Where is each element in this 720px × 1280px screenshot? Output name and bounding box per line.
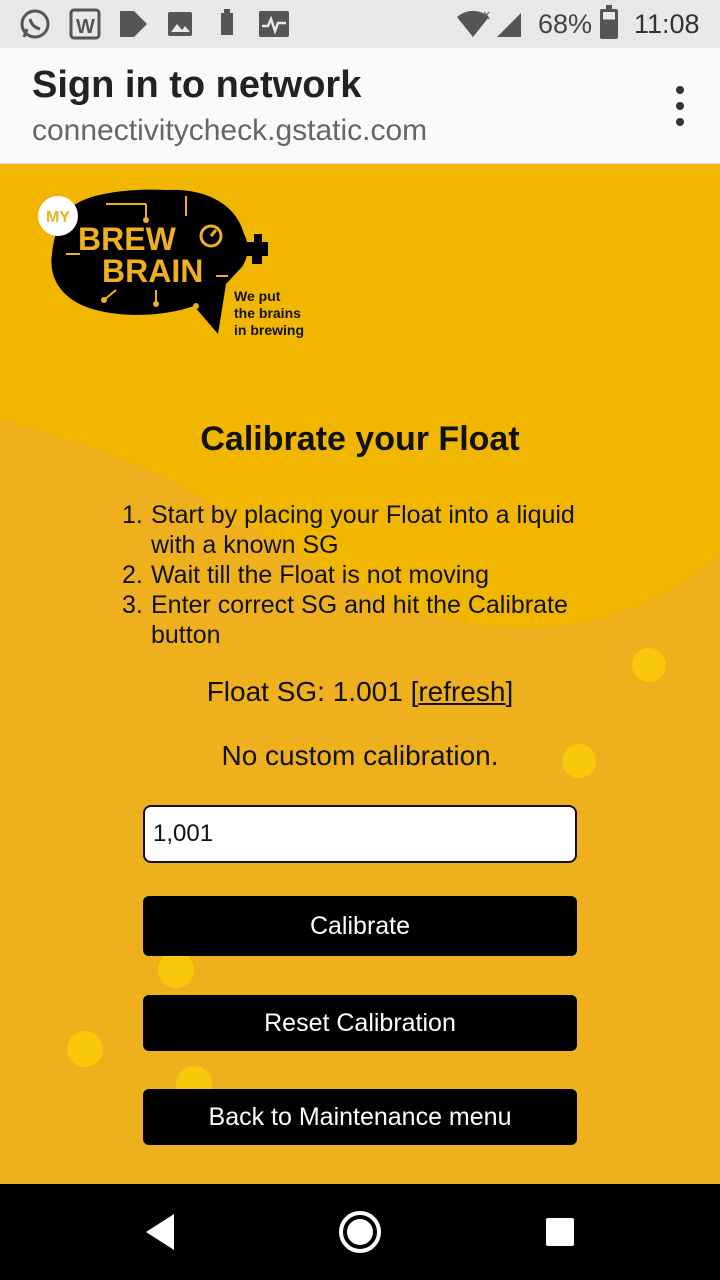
play-icon [116,8,150,40]
logo-tagline-3: in brewing [234,322,304,338]
step-text: Enter correct SG and hit the Calibrate b… [151,591,568,649]
step-text: Wait till the Float is not moving [151,561,490,589]
w-app-icon: W [68,8,102,40]
recents-icon[interactable] [536,1208,584,1256]
signal-icon [494,8,524,40]
list-item: 1. Start by placing your Float into a liq… [122,500,611,560]
overflow-menu-icon[interactable] [668,86,692,126]
logo-tagline-2: the brains [234,305,301,321]
battery-icon [600,5,618,39]
logo-badge: MY [46,209,70,226]
image-icon [164,8,196,40]
svg-text:x: x [483,9,490,22]
refresh-bracket-close: ] [505,676,514,707]
back-to-maintenance-button[interactable]: Back to Maintenance menu [143,1089,577,1145]
navigation-bar [0,1184,720,1280]
device-icon [212,8,242,40]
list-item: 2. Wait till the Float is not moving [122,560,611,590]
float-sg-readout: Float SG: 1.001 [refresh] [0,676,720,708]
calibration-status: No custom calibration. [221,740,499,771]
step-number: 3. [122,591,143,619]
logo-line1: BREW [78,221,177,257]
portal-url: connectivitycheck.gstatic.com [32,114,428,147]
list-item: 3. Enter correct SG and hit the Calibrate… [122,590,611,650]
instructions-list: 1. Start by placing your Float into a liq… [122,500,611,650]
logo-line2: BRAIN [102,253,203,289]
whatsapp-icon [16,8,54,40]
status-bar: W x 68% 11:08 [0,0,720,48]
sg-input[interactable] [143,805,577,863]
step-text: Start by placing your Float into a liqui… [151,501,575,559]
calibrate-button[interactable]: Calibrate [143,896,577,956]
clock: 11:08 [634,9,700,39]
reset-calibration-button[interactable]: Reset Calibration [143,995,577,1051]
step-number: 2. [122,561,143,589]
page-title: Sign in to network [32,64,362,106]
step-number: 1. [122,501,143,529]
decorative-dot [158,952,194,988]
calibrate-heading: Calibrate your Float [200,420,520,458]
wifi-icon: x [454,8,494,40]
svg-text:W: W [76,16,95,38]
back-icon[interactable] [136,1208,184,1256]
home-icon[interactable] [336,1208,384,1256]
decorative-dot [67,1031,103,1067]
battery-percent: 68% [538,9,593,39]
portal-header: Sign in to network connectivitycheck.gst… [0,48,720,164]
sg-label: Float SG: 1.001 [206,676,411,707]
logo-tagline-1: We put [234,288,281,304]
calibration-page: MY BREW BRAIN We put the brains in brewi… [0,164,720,1184]
activity-icon [256,8,292,40]
refresh-link[interactable]: refresh [418,676,505,707]
brew-brain-logo: MY BREW BRAIN We put the brains in brewi… [38,189,304,338]
